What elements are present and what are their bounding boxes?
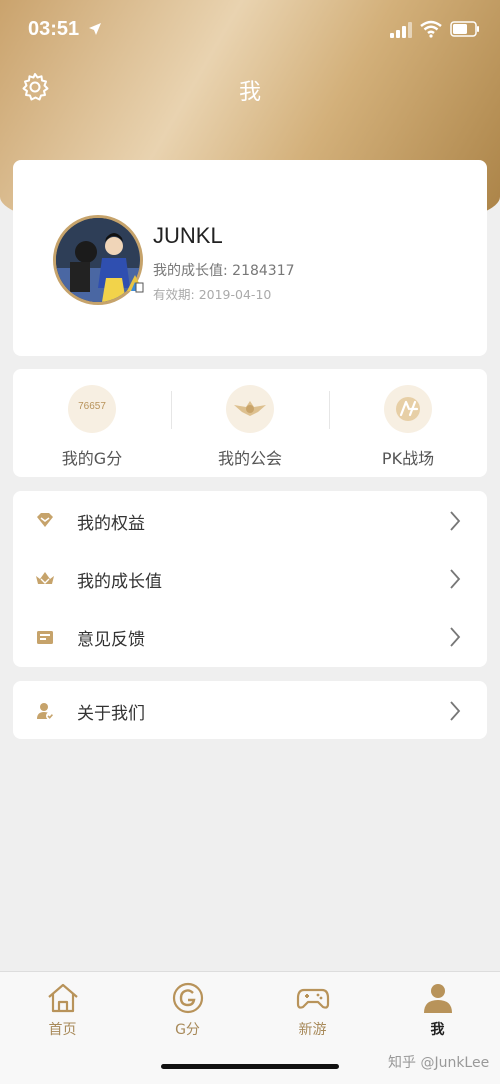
gamepad-icon bbox=[296, 988, 330, 1009]
chevron-right-icon bbox=[450, 569, 461, 589]
growth-value: 2184317 bbox=[232, 263, 295, 279]
avatar-badge-icon bbox=[127, 275, 144, 293]
tab-label: 新游 bbox=[298, 1022, 327, 1038]
home-indicator bbox=[161, 1064, 339, 1069]
tab-home[interactable]: 首页 bbox=[0, 972, 125, 1052]
menu-card: 我的权益 我的成长值 意见反馈 bbox=[13, 491, 487, 667]
g-coin-icon bbox=[172, 982, 204, 1014]
home-icon bbox=[48, 983, 78, 1013]
profile-card[interactable]: JUNKL 我的成长值: 2184317 有效期: 2019-04-10 bbox=[13, 160, 487, 356]
location-arrow-icon bbox=[89, 23, 101, 35]
g-points-icon: 76657 bbox=[68, 385, 116, 433]
cellular-signal-icon bbox=[390, 22, 412, 38]
page-title: 我 bbox=[238, 80, 261, 105]
stats-card: 76657 我的G分 我的公会 PK战场 bbox=[13, 369, 487, 477]
battery-icon bbox=[450, 21, 479, 37]
status-time: 03:51 bbox=[28, 18, 80, 40]
growth-label: 我的成长值: bbox=[153, 263, 228, 279]
feedback-envelope-icon bbox=[37, 631, 53, 644]
tab-label: G分 bbox=[175, 1022, 200, 1038]
username: JUNKL bbox=[153, 223, 223, 248]
menu-label: 我的权益 bbox=[77, 514, 145, 534]
stat-label: PK战场 bbox=[381, 449, 435, 468]
validity-date: 2019-04-10 bbox=[198, 287, 272, 302]
g-points-badge: 76657 bbox=[78, 401, 106, 412]
user-check-icon bbox=[37, 703, 54, 720]
tab-g-points[interactable]: G分 bbox=[125, 972, 250, 1052]
person-icon bbox=[424, 984, 452, 1013]
wifi-icon bbox=[420, 20, 442, 38]
menu-label: 我的成长值 bbox=[77, 572, 162, 592]
about-card: 关于我们 bbox=[13, 681, 487, 739]
pk-battle-icon bbox=[384, 385, 432, 433]
growth-crown-icon bbox=[36, 572, 54, 584]
menu-label: 意见反馈 bbox=[77, 630, 145, 650]
tab-new-games[interactable]: 新游 bbox=[250, 972, 375, 1052]
chevron-right-icon bbox=[450, 511, 461, 531]
chevron-right-icon bbox=[450, 701, 461, 721]
tab-me[interactable]: 我 bbox=[375, 972, 500, 1052]
stat-label: 我的公会 bbox=[217, 449, 282, 468]
tab-label: 我 bbox=[430, 1022, 445, 1038]
gem-icon bbox=[37, 513, 53, 527]
stat-g-points[interactable]: 76657 我的G分 bbox=[13, 369, 171, 477]
tab-label: 首页 bbox=[48, 1022, 77, 1038]
stat-label: 我的G分 bbox=[61, 449, 123, 468]
menu-item-growth[interactable]: 我的成长值 bbox=[13, 549, 487, 607]
validity-label: 有效期: bbox=[153, 287, 195, 302]
guild-emblem-icon bbox=[226, 385, 274, 433]
watermark: 知乎 @JunkLee bbox=[388, 1055, 490, 1071]
menu-label: 关于我们 bbox=[77, 704, 145, 724]
status-bar: 03:51 bbox=[0, 0, 500, 60]
menu-item-feedback[interactable]: 意见反馈 bbox=[13, 607, 487, 665]
validity-row: 有效期: 2019-04-10 bbox=[153, 284, 271, 303]
menu-item-benefits[interactable]: 我的权益 bbox=[13, 491, 487, 549]
stat-pk[interactable]: PK战场 bbox=[329, 369, 487, 477]
growth-value-row: 我的成长值: 2184317 bbox=[153, 260, 295, 280]
stat-guild[interactable]: 我的公会 bbox=[171, 369, 329, 477]
chevron-right-icon bbox=[450, 627, 461, 647]
menu-item-about[interactable]: 关于我们 bbox=[13, 681, 487, 739]
